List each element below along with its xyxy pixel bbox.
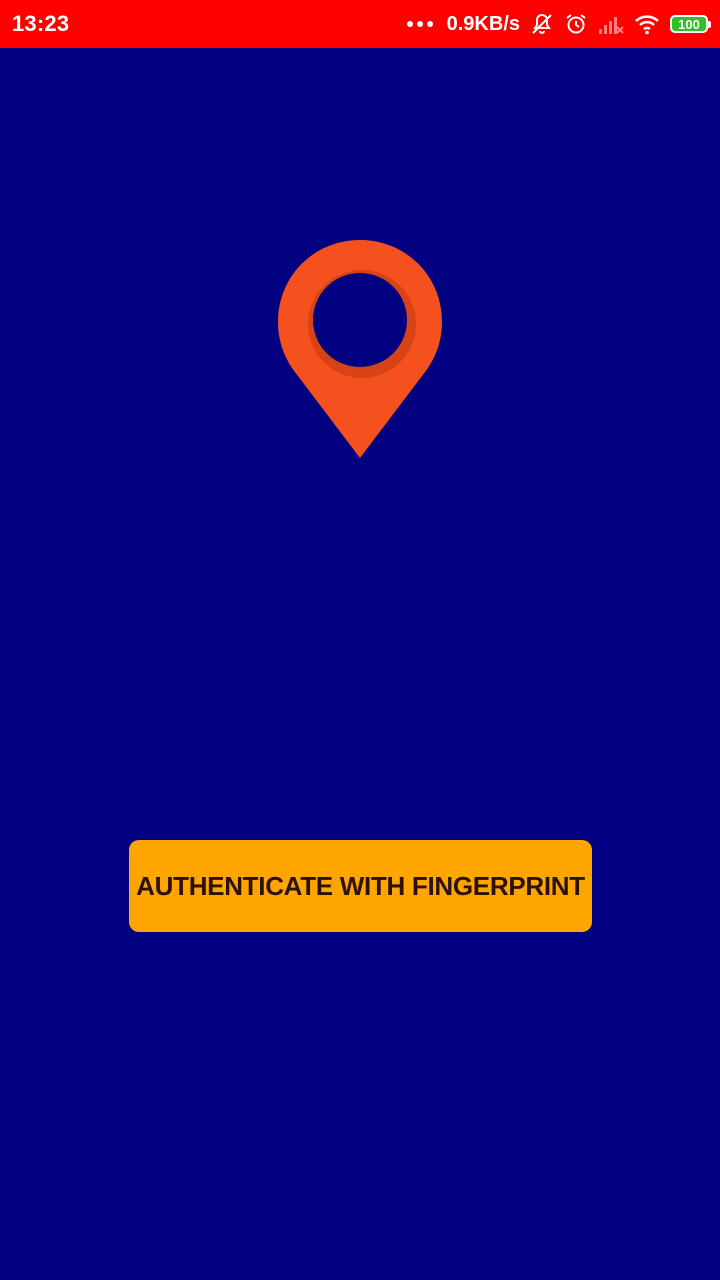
authenticate-fingerprint-button[interactable]: AUTHENTICATE WITH FINGERPRINT [129,840,592,932]
wifi-icon [635,15,659,35]
battery-icon: 100 [670,15,711,33]
signal-off-icon [599,17,624,34]
location-pin-icon [278,240,442,458]
alarm-icon [566,14,586,34]
more-dots-icon [406,21,433,27]
status-bar: 13:23 0.9KB/s 100 [0,0,720,48]
status-time: 13:23 [12,11,70,36]
status-icons: 0.9KB/s 100 [406,0,711,48]
network-speed: 0.9KB/s [446,12,520,35]
battery-level: 100 [678,16,700,32]
notifications-off-icon [532,13,552,34]
